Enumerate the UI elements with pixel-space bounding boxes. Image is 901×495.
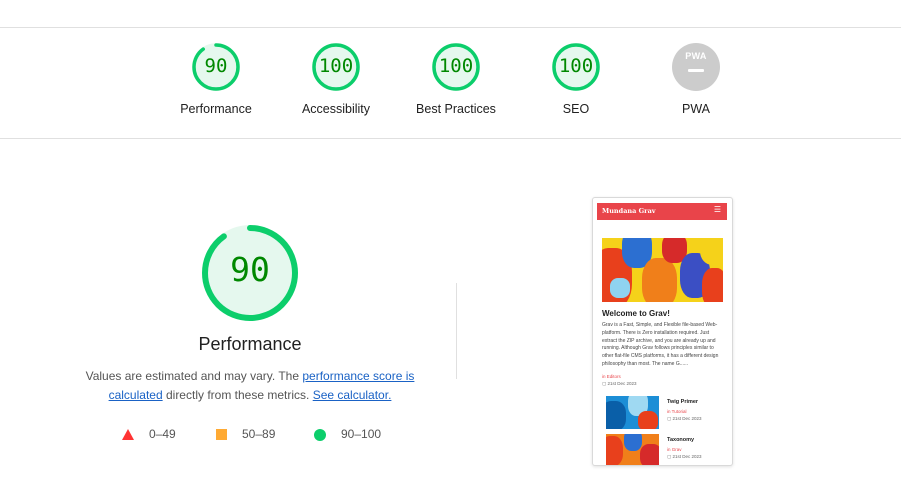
desc-prefix: Values are estimated and may vary. The <box>85 369 303 383</box>
final-screenshot-preview[interactable]: Mundana Grav ☰ Welcome to Grav! Grav is … <box>592 197 733 466</box>
calendar-icon: ▢ <box>667 454 672 459</box>
fail-triangle-icon <box>122 429 134 440</box>
preview-header: Mundana Grav ☰ <box>597 203 727 220</box>
top-divider <box>0 27 901 28</box>
seo-score: 100 <box>558 55 594 77</box>
score-scale-legend: 0–49 50–89 90–100 <box>0 426 500 444</box>
seo-label: SEO <box>562 102 590 116</box>
preview-card-thumb-2 <box>606 434 659 465</box>
pwa-label: PWA <box>681 102 710 116</box>
legend-pass-range: 90–100 <box>341 427 382 441</box>
legend-average-range: 50–89 <box>242 427 276 441</box>
preview-card-category-1: in Tutorial <box>667 409 687 414</box>
vertical-divider <box>456 283 457 379</box>
accessibility-score: 100 <box>318 55 354 77</box>
calendar-icon: ▢ <box>602 381 607 386</box>
preview-paragraph: Grav is a Fast, Simple, and Flexible fil… <box>602 322 719 367</box>
pwa-badge-text: PWA <box>685 51 707 61</box>
pass-circle-icon <box>314 429 326 441</box>
preview-card-thumb-1 <box>606 396 659 429</box>
legend-fail-range: 0–49 <box>149 427 176 441</box>
gauge-pwa[interactable]: PWA PWA <box>636 42 756 116</box>
preview-date: ▢ 21st Dec 2023 <box>602 381 637 386</box>
performance-description: Values are estimated and may vary. The p… <box>70 367 430 405</box>
gauge-best-practices[interactable]: 100 Best Practices <box>396 42 516 116</box>
desc-middle: directly from these metrics. <box>162 388 313 402</box>
accessibility-label: Accessibility <box>301 102 371 116</box>
gauge-accessibility[interactable]: 100 Accessibility <box>276 42 396 116</box>
category-gauges: 90 Performance 100 Accessibility 100 Bes… <box>0 42 901 132</box>
preview-card-date-2: ▢ 21st Dec 2023 <box>667 454 702 459</box>
main-performance-score: 90 <box>230 250 270 289</box>
main-performance-gauge: 90 <box>200 223 300 323</box>
preview-brand: Mundana Grav <box>602 207 656 215</box>
gauge-performance[interactable]: 90 Performance <box>156 42 276 116</box>
preview-card-title-1: Twig Primer <box>667 399 699 405</box>
performance-score: 90 <box>204 55 228 77</box>
pwa-na-dash-icon <box>688 69 704 72</box>
performance-label: Performance <box>180 102 252 116</box>
preview-heading: Welcome to Grav! <box>602 309 670 318</box>
preview-category: in Editors <box>602 374 621 379</box>
pwa-badge-icon <box>672 43 720 91</box>
preview-hero-image <box>602 238 723 302</box>
preview-card-title-2: Taxonomy <box>667 437 695 443</box>
hamburger-icon: ☰ <box>713 205 721 214</box>
preview-card-date-1: ▢ 21st Dec 2023 <box>667 416 702 421</box>
preview-card-category-2: in Grav <box>667 447 682 452</box>
best-practices-score: 100 <box>438 55 474 77</box>
section-divider <box>0 138 901 139</box>
main-performance-title: Performance <box>198 334 302 354</box>
best-practices-label: Best Practices <box>416 102 496 116</box>
average-square-icon <box>216 429 227 440</box>
gauge-seo[interactable]: 100 SEO <box>516 42 636 116</box>
see-calculator-link[interactable]: See calculator. <box>313 388 392 402</box>
calendar-icon: ▢ <box>667 416 672 421</box>
